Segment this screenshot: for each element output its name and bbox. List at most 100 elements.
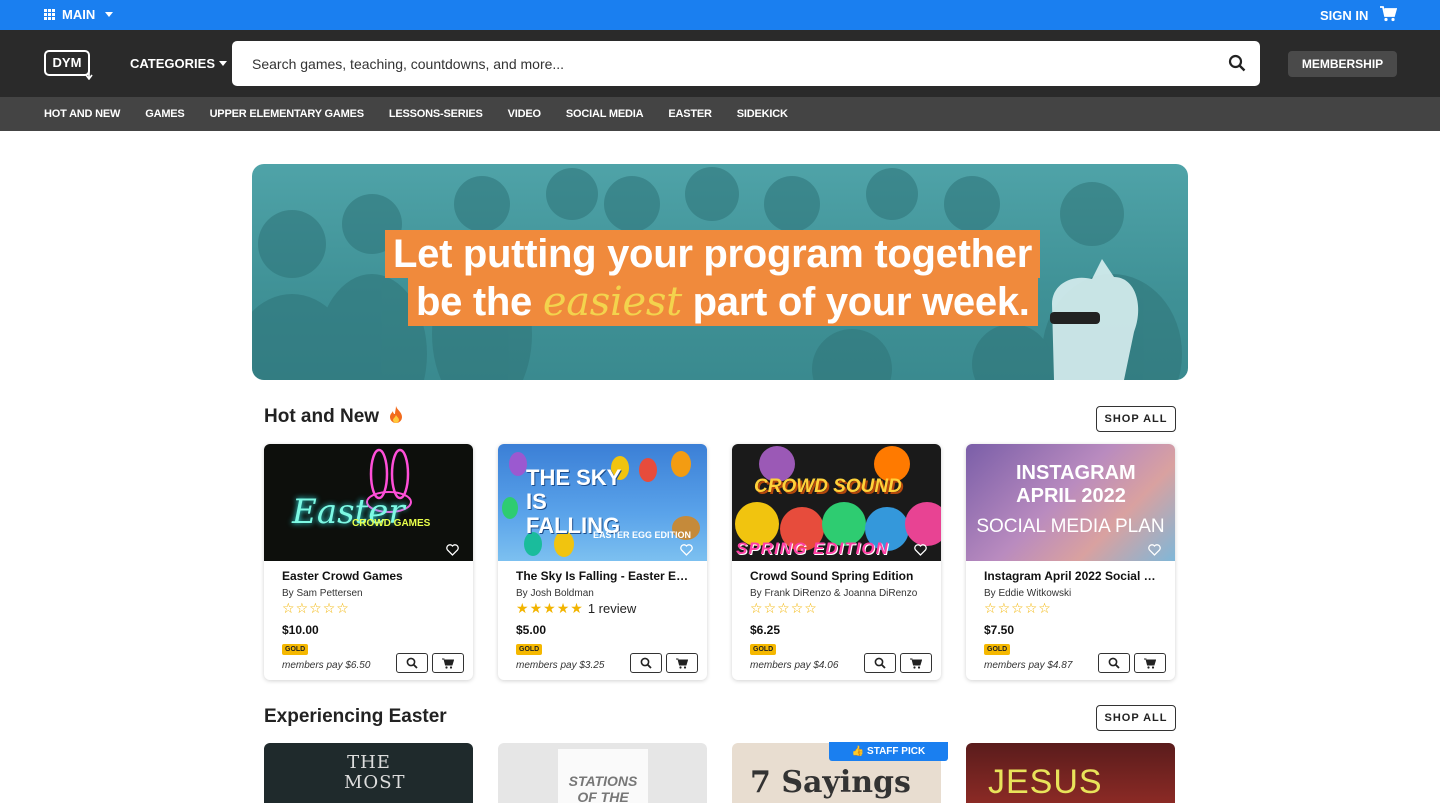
star-filled-icon: ★: [543, 600, 556, 616]
star-empty-icon: ☆: [997, 600, 1011, 616]
search-input[interactable]: [252, 41, 1212, 86]
banner-line2-end: part of your week.: [692, 280, 1030, 324]
section-title-hot-and-new: Hot and New: [264, 406, 404, 428]
cart-icon: [1144, 658, 1156, 669]
search-icon[interactable]: [1228, 54, 1246, 72]
cart-icon: [676, 658, 688, 669]
heart-icon[interactable]: [680, 544, 693, 556]
product-card[interactable]: THE SKY IS FALLING EASTER EGG EDITION Th…: [498, 444, 707, 680]
product-title[interactable]: Crowd Sound Spring Edition: [750, 569, 928, 583]
star-empty-icon: ☆: [309, 600, 322, 616]
star-filled-icon: ★: [570, 600, 583, 616]
thumb-subtitle: SPRING EDITION: [736, 539, 889, 558]
quick-view-button[interactable]: [396, 653, 428, 673]
quick-view-button[interactable]: [864, 653, 896, 673]
gold-badge: GOLD: [750, 644, 777, 655]
product-thumbnail[interactable]: JESUS PAID: [966, 743, 1175, 803]
star-empty-icon: ☆: [1011, 600, 1024, 616]
thumb-subtitle: SOCIAL MEDIA PLAN: [976, 516, 1165, 537]
nav-upper-elementary-games[interactable]: UPPER ELEMENTARY GAMES: [210, 108, 365, 120]
star-empty-icon: ☆: [750, 600, 763, 616]
product-thumbnail[interactable]: STATIONS OF THE: [498, 743, 707, 803]
add-to-cart-button[interactable]: [666, 653, 698, 673]
section-title-text: Hot and New: [264, 406, 380, 427]
product-author: By Sam Pettersen: [282, 588, 363, 599]
search-icon: [1108, 657, 1120, 669]
fire-icon: [390, 406, 403, 423]
rating-stars: ☆ ☆ ☆ ☆ ☆: [750, 600, 817, 617]
review-count[interactable]: 1 review: [588, 601, 636, 616]
thumb-title: STATIONS OF THE: [568, 773, 638, 803]
nav-social-media[interactable]: SOCIAL MEDIA: [566, 108, 644, 120]
banner-line2-emphasis: easiest: [542, 279, 682, 325]
cart-icon: [442, 658, 454, 669]
member-price: members pay $6.50: [282, 660, 371, 671]
thumb-subtitle: CROWD GAMES: [352, 518, 431, 529]
hero-banner[interactable]: Let putting your program together be the…: [252, 164, 1188, 380]
product-author: By Eddie Witkowski: [984, 588, 1072, 599]
product-title[interactable]: Easter Crowd Games: [282, 569, 460, 583]
staff-pick-label: STAFF PICK: [867, 746, 926, 757]
nav-hot-and-new[interactable]: HOT AND NEW: [44, 108, 120, 120]
product-price: $6.25: [750, 623, 781, 637]
grid-icon: [44, 8, 56, 21]
star-empty-icon: ☆: [1024, 600, 1038, 616]
categories-dropdown[interactable]: CATEGORIES: [130, 56, 227, 71]
member-price: members pay $3.25: [516, 660, 605, 671]
star-empty-icon: ☆: [295, 600, 309, 616]
product-title[interactable]: The Sky Is Falling - Easter Egg Edition: [516, 569, 694, 583]
product-thumbnail[interactable]: THE SKY IS FALLING EASTER EGG EDITION: [498, 444, 707, 561]
logo-arrow-icon: [85, 70, 93, 80]
quick-view-button[interactable]: [1098, 653, 1130, 673]
sign-in-link[interactable]: SIGN IN: [1320, 8, 1368, 23]
thumbs-up-icon: 👍: [851, 746, 865, 757]
heart-icon[interactable]: [446, 544, 459, 556]
add-to-cart-button[interactable]: [432, 653, 464, 673]
star-empty-icon: ☆: [336, 600, 349, 616]
member-price: members pay $4.87: [984, 660, 1073, 671]
star-empty-icon: ☆: [282, 600, 295, 616]
thumb-title: CROWD SOUND: [754, 476, 902, 497]
banner-headline-line1: Let putting your program together: [385, 230, 1040, 278]
search-bar: [232, 41, 1260, 86]
nav-lessons-series[interactable]: LESSONS-SERIES: [389, 108, 483, 120]
product-author: By Frank DiRenzo & Joanna DiRenzo: [750, 588, 918, 599]
cart-icon: [910, 658, 922, 669]
gold-badge: GOLD: [984, 644, 1011, 655]
main-menu-label: MAIN: [62, 7, 96, 22]
heart-icon[interactable]: [1148, 544, 1161, 556]
shop-all-button-experiencing-easter[interactable]: SHOP ALL: [1096, 705, 1176, 731]
site-header: DYM CATEGORIES MEMBERSHIP: [0, 30, 1440, 97]
product-thumbnail[interactable]: CROWD SOUND SPRING EDITION: [732, 444, 941, 561]
rating-stars: ☆ ☆ ☆ ☆ ☆: [984, 600, 1051, 617]
star-empty-icon: ☆: [1038, 600, 1051, 616]
add-to-cart-button[interactable]: [900, 653, 932, 673]
star-filled-icon: ★: [529, 600, 543, 616]
product-title[interactable]: Instagram April 2022 Social Media Plan: [984, 569, 1162, 583]
star-empty-icon: ☆: [984, 600, 997, 616]
product-card[interactable]: Easter CROWD GAMES Easter Crowd Games By…: [264, 444, 473, 680]
category-nav: HOT AND NEW GAMES UPPER ELEMENTARY GAMES…: [0, 97, 1440, 131]
search-icon: [406, 657, 418, 669]
nav-games[interactable]: GAMES: [145, 108, 185, 120]
product-price: $5.00: [516, 623, 547, 637]
membership-button[interactable]: MEMBERSHIP: [1288, 51, 1397, 77]
shop-all-button-hot-and-new[interactable]: SHOP ALL: [1096, 406, 1176, 432]
cart-icon[interactable]: [1380, 6, 1397, 22]
nav-easter[interactable]: EASTER: [668, 108, 712, 120]
product-thumbnail[interactable]: THE MOST: [264, 743, 473, 803]
heart-icon[interactable]: [914, 544, 927, 556]
main-menu-button[interactable]: MAIN: [44, 7, 114, 22]
product-thumbnail[interactable]: INSTAGRAM APRIL 2022 SOCIAL MEDIA PLAN: [966, 444, 1175, 561]
nav-video[interactable]: VIDEO: [508, 108, 541, 120]
thumb-title: THE MOST: [344, 752, 406, 793]
nav-sidekick[interactable]: SIDEKICK: [737, 108, 788, 120]
chevron-down-icon: [219, 61, 227, 66]
product-card[interactable]: INSTAGRAM APRIL 2022 SOCIAL MEDIA PLAN I…: [966, 444, 1175, 680]
add-to-cart-button[interactable]: [1134, 653, 1166, 673]
product-thumbnail[interactable]: Easter CROWD GAMES: [264, 444, 473, 561]
product-card[interactable]: CROWD SOUND SPRING EDITION Crowd Sound S…: [732, 444, 941, 680]
star-filled-icon: ★: [516, 600, 529, 616]
quick-view-button[interactable]: [630, 653, 662, 673]
thumb-title: JESUS PAID: [988, 763, 1103, 803]
